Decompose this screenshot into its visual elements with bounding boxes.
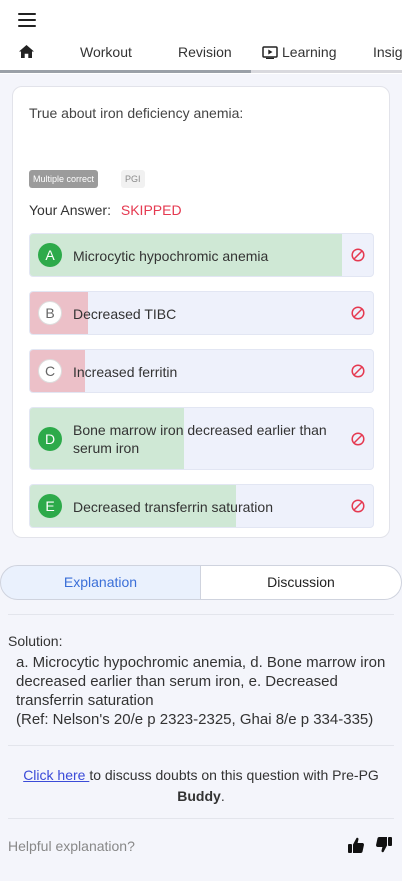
discuss-text: to discuss doubts on this question with …: [89, 767, 379, 783]
play-screen-icon: [262, 46, 278, 59]
not-selected-icon: [351, 306, 365, 320]
tab-discussion[interactable]: Discussion: [201, 565, 402, 600]
explanation-discussion-toggle: Explanation Discussion: [0, 565, 402, 600]
question-type-badge: Multiple correct: [29, 170, 99, 188]
discuss-doubts-text: Click here to discuss doubts on this que…: [10, 765, 392, 807]
option-a[interactable]: A Microcytic hypochromic anemia: [29, 233, 374, 277]
solution-reference: (Ref: Nelson's 20/e p 2323-2325, Ghai 8/…: [16, 711, 374, 728]
option-d-text: Bone marrow iron decreased earlier than …: [73, 422, 327, 456]
option-a-text: Microcytic hypochromic anemia: [73, 248, 269, 264]
top-bar: [0, 0, 402, 40]
hamburger-icon[interactable]: [18, 13, 36, 27]
tab-workout[interactable]: Workout: [80, 44, 132, 60]
question-text: True about iron deficiency anemia:: [29, 105, 244, 121]
tab-learning-label: Learning: [282, 44, 337, 60]
click-here-link[interactable]: Click here: [23, 767, 89, 783]
option-b[interactable]: B Decreased TIBC: [29, 291, 374, 335]
tab-learning[interactable]: Learning: [262, 44, 337, 60]
home-icon: [19, 45, 34, 58]
option-d-letter: D: [38, 427, 62, 451]
your-answer-value: SKIPPED: [120, 202, 182, 218]
tab-scroll-indicator: [0, 70, 251, 73]
question-source-badge: PGI: [121, 170, 145, 188]
option-d[interactable]: D Bone marrow iron decreased earlier tha…: [29, 407, 374, 470]
divider: [8, 745, 394, 746]
option-b-text: Decreased TIBC: [73, 306, 177, 322]
option-b-letter: B: [38, 301, 62, 325]
thumbs-up-icon[interactable]: [347, 836, 365, 854]
tab-home[interactable]: [19, 45, 34, 62]
tab-bar: Workout Revision Learning Insig: [0, 40, 402, 74]
brand-name: Buddy: [177, 788, 221, 804]
option-c-text: Increased ferritin: [73, 364, 178, 380]
solution-title: Solution:: [8, 633, 63, 649]
your-answer-label: Your Answer:: [29, 202, 111, 218]
not-selected-icon: [351, 432, 365, 446]
not-selected-icon: [351, 499, 365, 513]
thumbs-down-icon[interactable]: [375, 836, 393, 854]
option-e[interactable]: E Decreased transferrin saturation: [29, 484, 374, 528]
tab-explanation[interactable]: Explanation: [0, 565, 201, 600]
your-answer: Your Answer: SKIPPED: [29, 202, 182, 218]
not-selected-icon: [351, 248, 365, 262]
solution-body: a. Microcytic hypochromic anemia, d. Bon…: [16, 654, 386, 709]
helpful-explanation-label: Helpful explanation?: [8, 838, 135, 854]
question-card: True about iron deficiency anemia: Multi…: [12, 86, 390, 538]
discuss-end: .: [220, 788, 225, 804]
tab-insights[interactable]: Insig: [373, 44, 402, 60]
option-c-letter: C: [38, 359, 62, 383]
option-c[interactable]: C Increased ferritin: [29, 349, 374, 393]
option-a-letter: A: [38, 243, 62, 267]
divider: [8, 614, 394, 615]
option-e-letter: E: [38, 494, 62, 518]
tab-revision[interactable]: Revision: [178, 44, 232, 60]
not-selected-icon: [351, 364, 365, 378]
option-e-text: Decreased transferrin saturation: [73, 499, 273, 515]
divider: [8, 818, 394, 819]
